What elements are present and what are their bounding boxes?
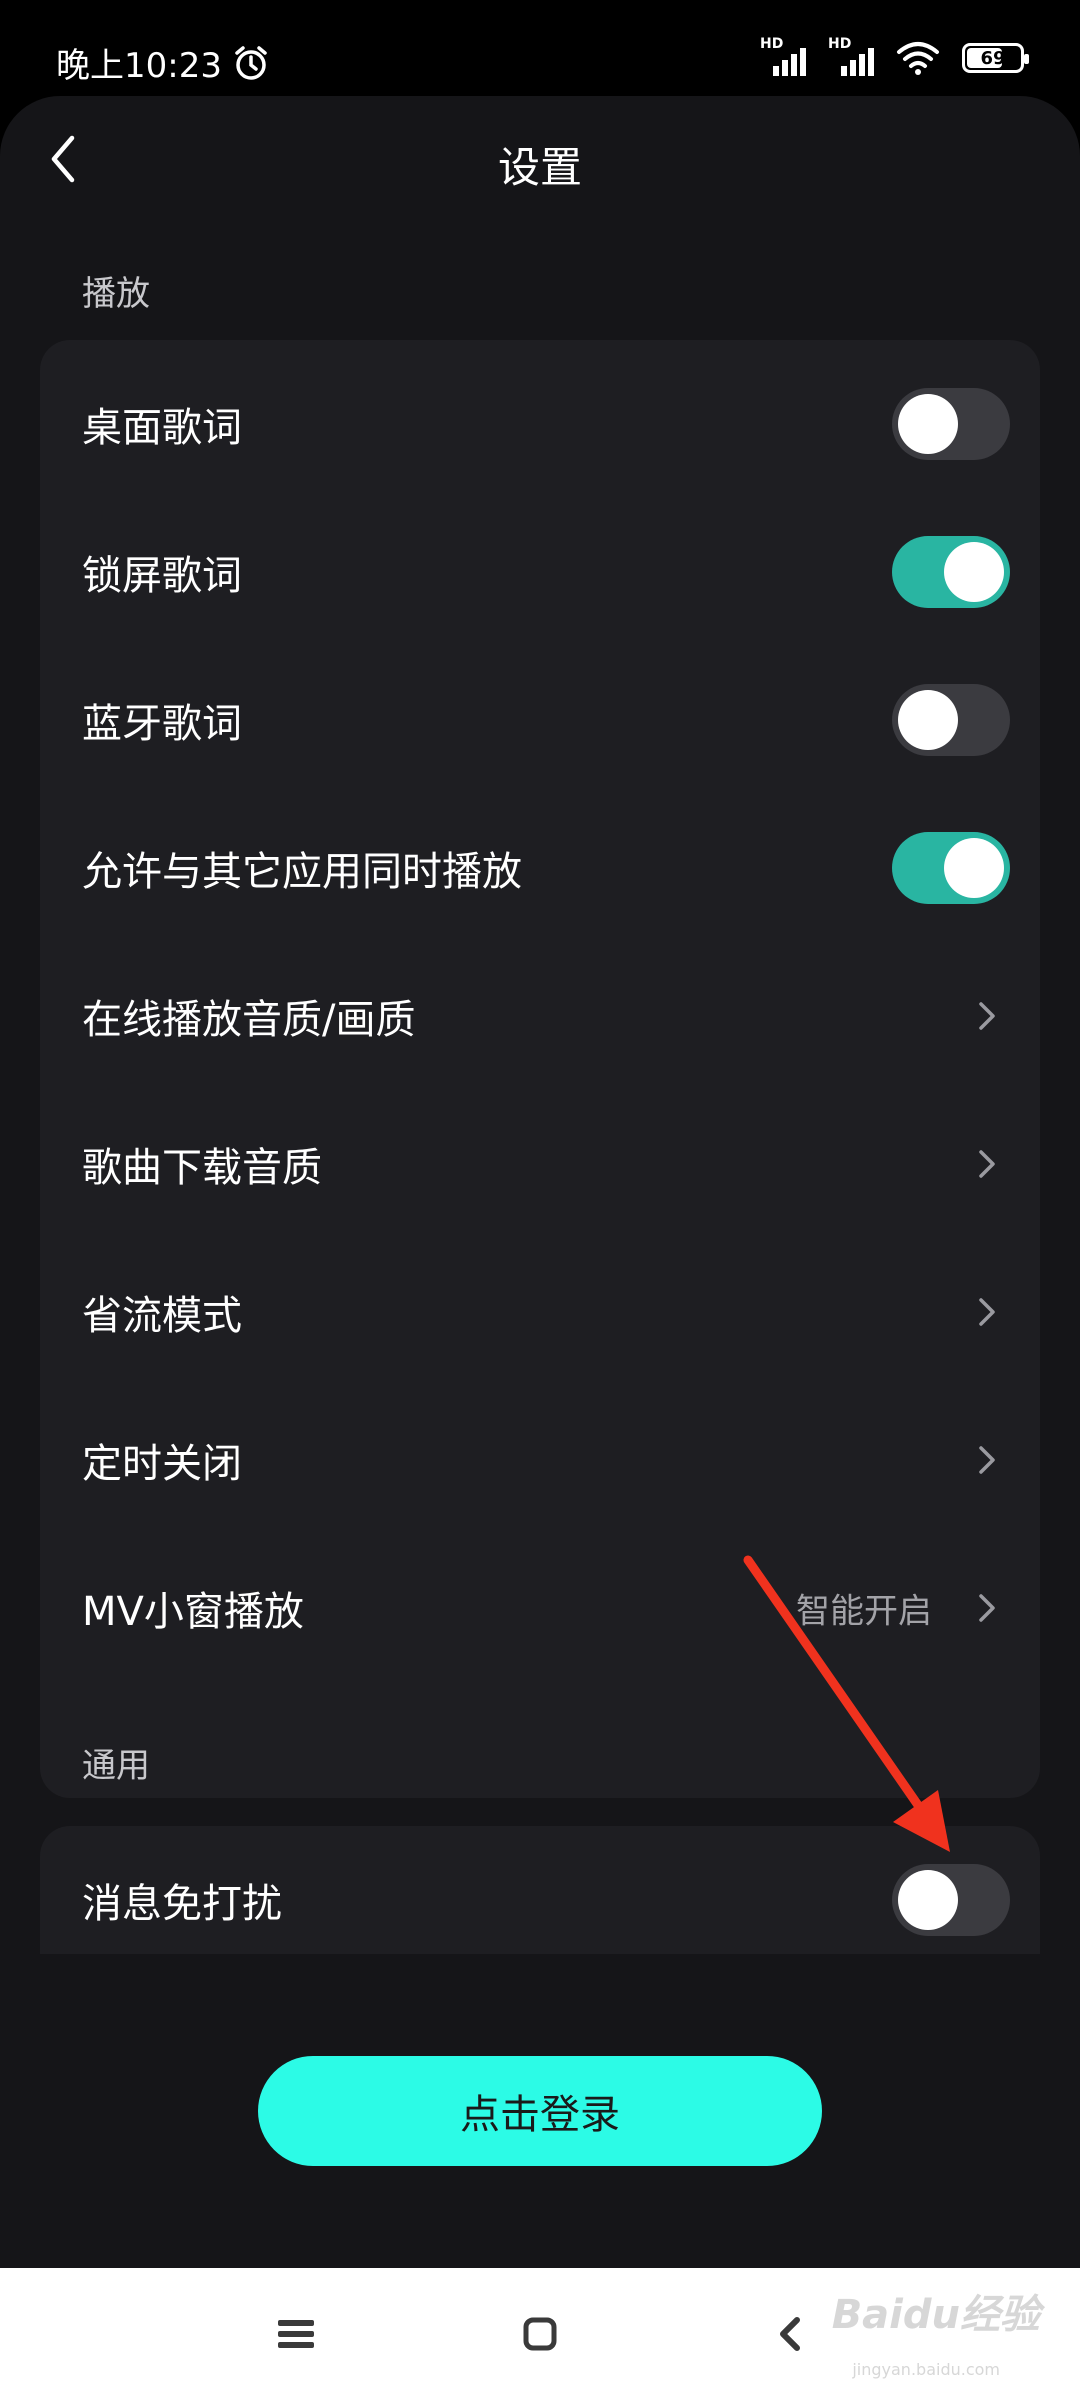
setting-label: 锁屏歌词 (82, 553, 242, 599)
setting-label: 桌面歌词 (82, 405, 242, 451)
chevron-right-icon (979, 1298, 995, 1326)
battery-icon: 69 (962, 43, 1029, 73)
setting-row-mv-mini-window[interactable]: MV小窗播放 智能开启 (40, 1534, 1040, 1682)
toggle-knob (944, 838, 1004, 898)
setting-row-online-quality[interactable]: 在线播放音质/画质 (40, 942, 1040, 1090)
do-not-disturb-toggle[interactable] (892, 1864, 1010, 1936)
chevron-right-icon (979, 1150, 995, 1178)
section-label-general: 通用 (82, 1746, 150, 1786)
status-time: 晚上10:23 (56, 46, 222, 86)
setting-row-bluetooth-lyrics[interactable]: 蓝牙歌词 (40, 646, 1040, 794)
chevron-right-icon (979, 1446, 995, 1474)
menu-button[interactable] (268, 2306, 324, 2362)
setting-row-do-not-disturb[interactable]: 消息免打扰 (40, 1826, 1040, 1974)
bluetooth-lyrics-toggle[interactable] (892, 684, 1010, 756)
signal-icon: HD (828, 36, 874, 76)
chevron-right-icon (979, 1594, 995, 1622)
setting-label: MV小窗播放 (82, 1589, 304, 1635)
setting-label: 蓝牙歌词 (82, 701, 242, 747)
setting-label: 允许与其它应用同时播放 (82, 849, 522, 895)
setting-row-sleep-timer[interactable]: 定时关闭 (40, 1386, 1040, 1534)
setting-label: 在线播放音质/画质 (82, 997, 416, 1043)
lockscreen-lyrics-toggle[interactable] (892, 536, 1010, 608)
watermark: Baidu经验 (831, 2292, 1040, 2338)
desktop-lyrics-toggle[interactable] (892, 388, 1010, 460)
header: 设置 (0, 96, 1080, 226)
setting-label: 定时关闭 (82, 1441, 242, 1487)
nav-back-button[interactable] (762, 2306, 818, 2362)
setting-value: 智能开启 (796, 1591, 932, 1632)
mix-playback-toggle[interactable] (892, 832, 1010, 904)
setting-label: 消息免打扰 (82, 1881, 282, 1927)
battery-level: 69 (980, 47, 1006, 69)
status-icons: HD HD 69 (760, 36, 1029, 76)
settings-sheet: 设置 播放 桌面歌词 锁屏歌词 蓝牙歌词 允许与其它应用同时播放 在线播放音质/… (0, 96, 1080, 2268)
setting-label: 省流模式 (82, 1293, 242, 1339)
general-card: 消息免打扰 (40, 1826, 1040, 1954)
playback-card: 桌面歌词 锁屏歌词 蓝牙歌词 允许与其它应用同时播放 在线播放音质/画质 歌曲下… (40, 340, 1040, 1798)
home-button[interactable] (512, 2306, 568, 2362)
login-button[interactable]: 点击登录 (258, 2056, 822, 2166)
home-square-icon (523, 2317, 557, 2351)
watermark-url: jingyan.baidu.com (852, 2360, 1000, 2379)
page-title: 设置 (497, 143, 582, 192)
setting-row-lockscreen-lyrics[interactable]: 锁屏歌词 (40, 498, 1040, 646)
setting-row-download-quality[interactable]: 歌曲下载音质 (40, 1090, 1040, 1238)
navigation-bar: Baidu经验 jingyan.baidu.com (0, 2268, 1080, 2400)
status-time-group: 晚上10:23 (56, 38, 270, 87)
chevron-right-icon (979, 1002, 995, 1030)
section-label-playback: 播放 (82, 274, 150, 314)
wifi-icon (897, 42, 939, 75)
back-chevron-icon (780, 2317, 800, 2351)
toggle-knob (944, 542, 1004, 602)
alarm-icon (235, 45, 267, 80)
setting-row-mix-playback[interactable]: 允许与其它应用同时播放 (40, 794, 1040, 942)
menu-icon (278, 2320, 314, 2348)
toggle-knob (898, 690, 958, 750)
status-bar: 晚上10:23 HD HD 69 (0, 0, 1080, 110)
toggle-knob (898, 394, 958, 454)
setting-label: 歌曲下载音质 (82, 1145, 322, 1191)
signal-icon: HD (760, 36, 806, 76)
setting-row-data-saver[interactable]: 省流模式 (40, 1238, 1040, 1386)
toggle-knob (898, 1870, 958, 1930)
setting-row-desktop-lyrics[interactable]: 桌面歌词 (40, 350, 1040, 498)
